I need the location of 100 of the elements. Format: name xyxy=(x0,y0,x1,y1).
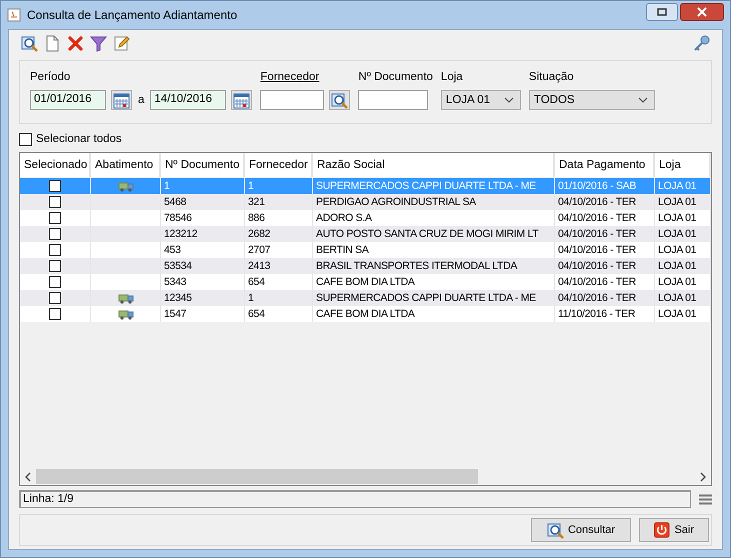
select-all-label: Selecionar todos xyxy=(36,133,122,145)
range-separator: a xyxy=(137,94,146,106)
supplier-field[interactable] xyxy=(260,90,324,110)
new-document-icon[interactable] xyxy=(44,34,61,52)
power-icon xyxy=(654,522,670,538)
table-row[interactable]: 12345 1 SUPERMERCADOS CAPPI DUARTE LTDA - ME 04/10/2016 - TER LOJA 01 xyxy=(20,290,711,306)
menu-icon[interactable] xyxy=(699,494,712,504)
dropdown-icon xyxy=(638,97,648,103)
checkbox[interactable] xyxy=(49,260,61,272)
table-cell: 5343 xyxy=(164,276,186,288)
table-row[interactable]: 1547 654 CAFE BOM DIA LTDA 11/10/2016 - TER LOJA 01 xyxy=(20,306,711,322)
table-cell: 123212 xyxy=(164,228,198,240)
search-icon xyxy=(331,92,348,108)
scroll-right-icon[interactable] xyxy=(699,472,707,482)
table-cell: LOJA 01 xyxy=(658,180,696,192)
key-icon[interactable] xyxy=(693,34,710,52)
table-cell: 1 xyxy=(248,292,254,304)
table-cell: LOJA 01 xyxy=(658,308,696,320)
edit-icon[interactable] xyxy=(113,34,130,52)
table-cell: 2707 xyxy=(248,244,270,256)
table-cell: LOJA 01 xyxy=(658,276,696,288)
exit-button[interactable]: Sair xyxy=(639,518,709,542)
checkbox[interactable] xyxy=(49,212,61,224)
status-dropdown[interactable]: TODOS xyxy=(528,90,655,110)
table-cell: 1547 xyxy=(164,308,186,320)
checkbox[interactable] xyxy=(49,196,61,208)
table-cell: LOJA 01 xyxy=(658,228,696,240)
table-cell: AUTO POSTO SANTA CRUZ DE MOGI MIRIM LT xyxy=(316,228,538,240)
search-icon[interactable] xyxy=(21,34,38,52)
column-header[interactable]: Nº Documento xyxy=(161,153,245,177)
scroll-thumb[interactable] xyxy=(36,469,478,484)
checkbox[interactable] xyxy=(19,132,32,146)
table-cell: SUPERMERCADOS CAPPI DUARTE LTDA - ME xyxy=(316,292,536,304)
restore-icon xyxy=(657,8,667,16)
status-text: Linha: 1/9 xyxy=(19,490,691,508)
column-header[interactable]: Selecionado xyxy=(20,153,91,177)
table-row[interactable]: 123212 2682 AUTO POSTO SANTA CRUZ DE MOGI MIRIM LT 04/10/2016 - TER LOJA 01 xyxy=(20,226,711,242)
table-cell: 53534 xyxy=(164,260,192,272)
table-cell: 1 xyxy=(248,180,254,192)
table-cell: 1 xyxy=(164,180,170,192)
table-cell: LOJA 01 xyxy=(658,244,696,256)
store-dropdown[interactable]: LOJA 01 xyxy=(440,90,521,110)
table-cell: 01/10/2016 - SAB xyxy=(558,180,636,192)
table-cell: LOJA 01 xyxy=(658,292,696,304)
table-cell: 11/10/2016 - TER xyxy=(558,308,636,320)
table-cell: 04/10/2016 - TER xyxy=(558,196,636,208)
table-cell: 321 xyxy=(248,196,265,208)
table-cell: 04/10/2016 - TER xyxy=(558,228,636,240)
table-cell: SUPERMERCADOS CAPPI DUARTE LTDA - ME xyxy=(316,180,536,192)
period-label: Período xyxy=(30,71,72,85)
checkbox[interactable] xyxy=(49,308,61,320)
table-row[interactable]: 78546 886 ADORO S.A 04/10/2016 - TER LOJA 01 xyxy=(20,210,711,226)
close-button[interactable] xyxy=(680,3,724,21)
date-from-field[interactable]: 01/01/2016 xyxy=(30,90,106,110)
column-header[interactable]: Abatimento xyxy=(91,153,161,177)
dropdown-icon xyxy=(504,97,514,103)
column-header[interactable]: Loja xyxy=(655,153,711,177)
checkbox[interactable] xyxy=(49,180,61,192)
search-icon xyxy=(546,522,564,538)
close-icon xyxy=(697,7,707,17)
table-cell: BERTIN SA xyxy=(316,244,369,256)
table-cell: BRASIL TRANSPORTES ITERMODAL LTDA xyxy=(316,260,518,272)
search-button[interactable] xyxy=(329,90,350,110)
search-button[interactable]: Consultar xyxy=(531,518,631,542)
checkbox[interactable] xyxy=(49,228,61,240)
table-cell: 04/10/2016 - TER xyxy=(558,260,636,272)
table-cell: 2413 xyxy=(248,260,270,272)
window-title: Consulta de Lançamento Adiantamento xyxy=(27,8,238,22)
table-row[interactable]: 5343 654 CAFE BOM DIA LTDA 04/10/2016 - TER LOJA 01 xyxy=(20,274,711,290)
column-header[interactable]: Fornecedor xyxy=(245,153,313,177)
table-cell: 453 xyxy=(164,244,181,256)
checkbox[interactable] xyxy=(49,244,61,256)
table-cell: ADORO S.A xyxy=(316,212,372,224)
table-cell: 04/10/2016 - TER xyxy=(558,292,636,304)
table-cell: 2682 xyxy=(248,228,270,240)
table-row[interactable]: 453 2707 BERTIN SA 04/10/2016 - TER LOJA 01 xyxy=(20,242,711,258)
supplier-link[interactable]: Fornecedor xyxy=(260,71,350,85)
column-header[interactable]: Razão Social xyxy=(313,153,555,177)
table-cell: PERDIGAO AGROINDUSTRIAL SA xyxy=(316,196,476,208)
table-cell: 78546 xyxy=(164,212,192,224)
table-cell: 654 xyxy=(248,308,265,320)
table-cell: LOJA 01 xyxy=(658,260,696,272)
calendar-button[interactable] xyxy=(231,90,252,110)
table-row[interactable]: 53534 2413 BRASIL TRANSPORTES ITERMODAL LTDA 04/10/2016 - TER LOJA 01 xyxy=(20,258,711,274)
document-field[interactable] xyxy=(358,90,428,110)
calendar-icon xyxy=(113,92,130,108)
table-cell: CAFE BOM DIA LTDA xyxy=(316,308,415,320)
column-header[interactable]: Data Pagamento xyxy=(555,153,655,177)
checkbox[interactable] xyxy=(49,276,61,288)
restore-button[interactable] xyxy=(646,3,678,21)
table-cell: LOJA 01 xyxy=(658,212,696,224)
table-cell: 04/10/2016 - TER xyxy=(558,276,636,288)
checkbox[interactable] xyxy=(49,292,61,304)
date-to-field[interactable]: 14/10/2016 xyxy=(150,90,226,110)
scroll-left-icon[interactable] xyxy=(24,472,32,482)
filter-icon[interactable] xyxy=(90,34,107,52)
calendar-button[interactable] xyxy=(111,90,132,110)
table-cell: 12345 xyxy=(164,292,192,304)
delete-icon[interactable] xyxy=(67,34,84,52)
table-row[interactable]: 5468 321 PERDIGAO AGROINDUSTRIAL SA 04/10/2016 - TER LOJA 01 xyxy=(20,194,711,210)
